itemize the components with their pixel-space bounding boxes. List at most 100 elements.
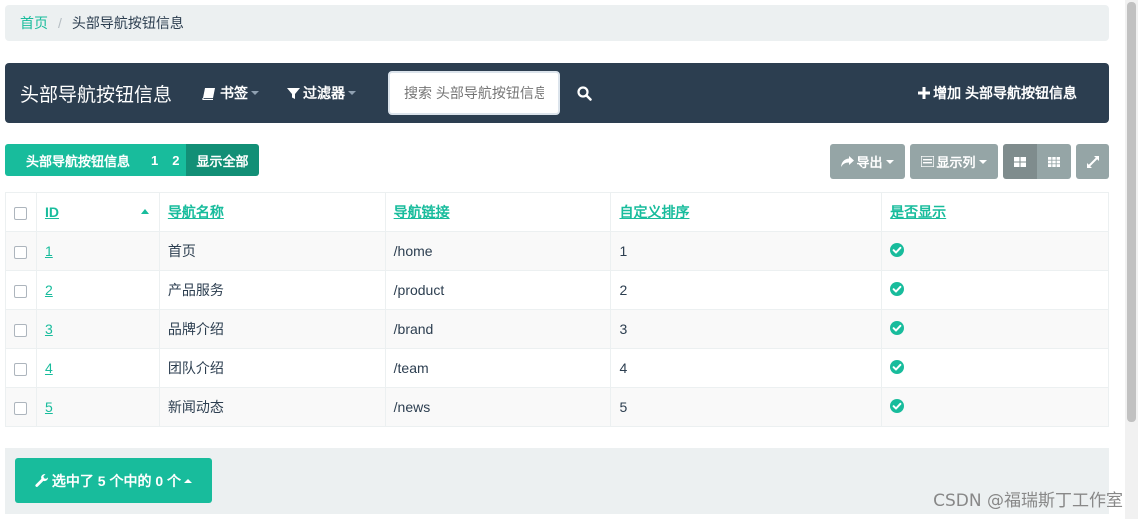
wrench-icon — [35, 473, 48, 487]
row-checkbox[interactable] — [14, 401, 28, 415]
row-order: 2 — [610, 270, 883, 310]
bulk-action-label: 选中了 5 个中的 0 个 — [51, 472, 182, 489]
column-header-link[interactable]: 导航链接 — [384, 192, 612, 232]
tab-show-all[interactable]: 显示全部 — [186, 144, 259, 176]
row-checkbox[interactable] — [14, 284, 28, 298]
row-name: 团队介绍 — [158, 348, 386, 388]
row-id-link[interactable]: 3 — [35, 309, 160, 349]
row-name: 产品服务 — [158, 270, 386, 310]
bulk-action-button[interactable]: 选中了 5 个中的 0 个 — [15, 458, 212, 503]
row-link: /home — [384, 231, 612, 271]
row-name: 新闻动态 — [158, 387, 386, 427]
table-row: 3 品牌介绍 /brand 3 — [5, 309, 1109, 349]
row-select-cell — [5, 270, 37, 310]
filter-dropdown[interactable]: 过滤器 — [287, 83, 357, 103]
table-row: 1 首页 /home 1 — [5, 231, 1109, 271]
table-row: 5 新闻动态 /news 5 — [5, 387, 1109, 427]
table-row: 4 团队介绍 /team 4 — [5, 348, 1109, 388]
filter-icon — [287, 87, 301, 99]
share-icon — [841, 156, 855, 167]
grid-large-icon — [1014, 156, 1026, 167]
search-input[interactable] — [388, 71, 561, 115]
book-icon — [202, 87, 216, 100]
card-view-button[interactable] — [1003, 144, 1037, 179]
tab-title[interactable]: 头部导航按钮信息 — [5, 144, 145, 176]
chevron-down-icon — [885, 159, 894, 164]
columns-label: 显示列 — [936, 155, 976, 170]
row-link: /brand — [384, 309, 612, 349]
category-tabs: 头部导航按钮信息 1 2 显示全部 — [5, 144, 259, 176]
bookmark-dropdown[interactable]: 书签 — [202, 83, 260, 103]
row-visible — [881, 231, 1109, 271]
breadcrumb: 首页 / 头部导航按钮信息 — [5, 5, 1109, 41]
row-visible — [881, 387, 1109, 427]
chevron-down-icon — [348, 91, 357, 95]
row-order: 4 — [610, 348, 883, 388]
row-select-cell — [5, 387, 37, 427]
table-view-button[interactable] — [1037, 144, 1071, 179]
export-label: 导出 — [856, 155, 883, 170]
table-header-row: ID 导航名称 导航链接 自定义排序 是否显示 — [5, 192, 1109, 232]
row-name: 首页 — [158, 231, 386, 271]
select-all-checkbox[interactable] — [14, 206, 28, 220]
row-visible — [881, 309, 1109, 349]
row-visible — [881, 348, 1109, 388]
row-select-cell — [5, 348, 37, 388]
add-button[interactable]: 增加 头部导航按钮信息 — [918, 63, 1077, 123]
navbar: 头部导航按钮信息 书签 过滤器 增加 头部导航按钮信息 — [5, 63, 1109, 123]
row-name: 品牌介绍 — [158, 309, 386, 349]
row-id-link[interactable]: 4 — [35, 348, 160, 388]
tab-page-2[interactable]: 2 — [165, 144, 187, 176]
search-icon — [576, 85, 592, 101]
breadcrumb-home-link[interactable]: 首页 — [20, 13, 48, 33]
column-header-order[interactable]: 自定义排序 — [610, 192, 883, 232]
plus-icon — [918, 87, 931, 99]
row-link: /product — [384, 270, 612, 310]
add-label: 增加 头部导航按钮信息 — [933, 85, 1077, 101]
check-circle-icon — [890, 398, 905, 413]
check-circle-icon — [890, 281, 905, 296]
fullscreen-button[interactable] — [1076, 144, 1109, 179]
chevron-down-icon — [251, 91, 260, 95]
row-link: /news — [384, 387, 612, 427]
expand-icon — [1086, 155, 1099, 168]
row-link: /team — [384, 348, 612, 388]
column-header-id[interactable]: ID — [35, 192, 160, 232]
row-order: 1 — [610, 231, 883, 271]
tab-page-1[interactable]: 1 — [144, 144, 166, 176]
check-circle-icon — [890, 242, 905, 257]
row-order: 5 — [610, 387, 883, 427]
grid-small-icon — [1048, 156, 1060, 167]
filter-label: 过滤器 — [303, 85, 346, 101]
bookmark-label: 书签 — [220, 85, 249, 101]
view-toggle — [1003, 144, 1071, 179]
page-scrollbar[interactable] — [1125, 0, 1138, 519]
watermark-text: CSDN @福瑞斯丁工作室 — [933, 491, 1123, 511]
search-button[interactable] — [564, 73, 604, 113]
breadcrumb-separator: / — [58, 15, 62, 31]
row-select-cell — [5, 309, 37, 349]
check-circle-icon — [890, 320, 905, 335]
data-table: ID 导航名称 导航链接 自定义排序 是否显示 1 首页 /home 1 2 产… — [5, 192, 1109, 427]
column-header-visible[interactable]: 是否显示 — [881, 192, 1109, 232]
row-id-link[interactable]: 2 — [35, 270, 160, 310]
export-button[interactable]: 导出 — [830, 144, 905, 179]
table-row: 2 产品服务 /product 2 — [5, 270, 1109, 310]
row-checkbox[interactable] — [14, 245, 28, 259]
navbar-brand[interactable]: 头部导航按钮信息 — [20, 80, 172, 107]
columns-button[interactable]: 显示列 — [910, 144, 998, 179]
chevron-down-icon — [978, 159, 987, 164]
row-id-link[interactable]: 1 — [35, 231, 160, 271]
row-select-cell — [5, 231, 37, 271]
row-id-link[interactable]: 5 — [35, 387, 160, 427]
row-visible — [881, 270, 1109, 310]
column-header-name[interactable]: 导航名称 — [158, 192, 386, 232]
column-header-label: ID — [44, 204, 59, 220]
select-all-cell — [5, 192, 37, 232]
list-icon — [921, 156, 935, 167]
row-checkbox[interactable] — [14, 362, 28, 376]
check-circle-icon — [890, 359, 905, 374]
row-order: 3 — [610, 309, 883, 349]
row-checkbox[interactable] — [14, 323, 28, 337]
scrollbar-thumb[interactable] — [1127, 2, 1136, 422]
